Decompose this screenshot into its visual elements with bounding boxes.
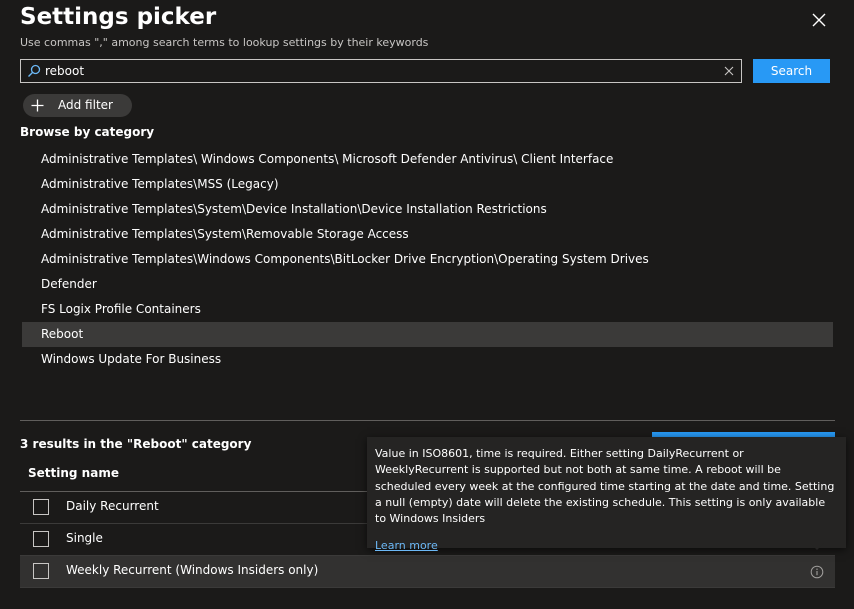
- setting-name: Single: [66, 531, 103, 545]
- search-input[interactable]: [45, 63, 725, 79]
- results-summary: 3 results in the "Reboot" category: [20, 437, 252, 451]
- clear-icon[interactable]: [723, 65, 735, 77]
- category-item[interactable]: Windows Update For Business: [22, 347, 833, 372]
- column-header-setting-name[interactable]: Setting name: [28, 466, 119, 480]
- category-item[interactable]: Administrative Templates\MSS (Legacy): [22, 172, 833, 197]
- info-tooltip: Value in ISO8601, time is required. Eith…: [367, 437, 846, 552]
- search-button[interactable]: Search: [753, 59, 830, 83]
- browse-heading: Browse by category: [20, 125, 155, 139]
- plus-icon: [31, 99, 44, 112]
- category-item[interactable]: Defender: [22, 272, 833, 297]
- row-checkbox[interactable]: [33, 563, 49, 579]
- category-item[interactable]: Administrative Templates\System\Device I…: [22, 197, 833, 222]
- learn-more-link[interactable]: Learn more: [375, 539, 438, 552]
- add-filter-label: Add filter: [58, 98, 113, 112]
- section-divider: [20, 420, 835, 421]
- info-icon[interactable]: [810, 565, 824, 579]
- tooltip-text: Value in ISO8601, time is required. Eith…: [375, 447, 835, 526]
- category-item[interactable]: Administrative Templates\Windows Compone…: [22, 247, 833, 272]
- close-icon[interactable]: [810, 11, 828, 29]
- page-title: Settings picker: [20, 4, 217, 30]
- table-row: Weekly Recurrent (Windows Insiders only): [20, 556, 835, 588]
- search-field[interactable]: [20, 59, 742, 83]
- row-checkbox[interactable]: [33, 531, 49, 547]
- category-list: Administrative Templates\ Windows Compon…: [22, 147, 833, 372]
- search-icon: [28, 64, 41, 77]
- setting-name: Weekly Recurrent (Windows Insiders only): [66, 563, 319, 577]
- category-item-selected[interactable]: Reboot: [22, 322, 833, 347]
- setting-name: Daily Recurrent: [66, 499, 159, 513]
- category-item[interactable]: Administrative Templates\ Windows Compon…: [22, 147, 833, 172]
- add-filter-button[interactable]: Add filter: [23, 94, 132, 117]
- page-subtitle: Use commas "," among search terms to loo…: [20, 36, 429, 49]
- tooltip-beak: [810, 543, 824, 550]
- row-checkbox[interactable]: [33, 499, 49, 515]
- category-item[interactable]: FS Logix Profile Containers: [22, 297, 833, 322]
- category-item[interactable]: Administrative Templates\System\Removabl…: [22, 222, 833, 247]
